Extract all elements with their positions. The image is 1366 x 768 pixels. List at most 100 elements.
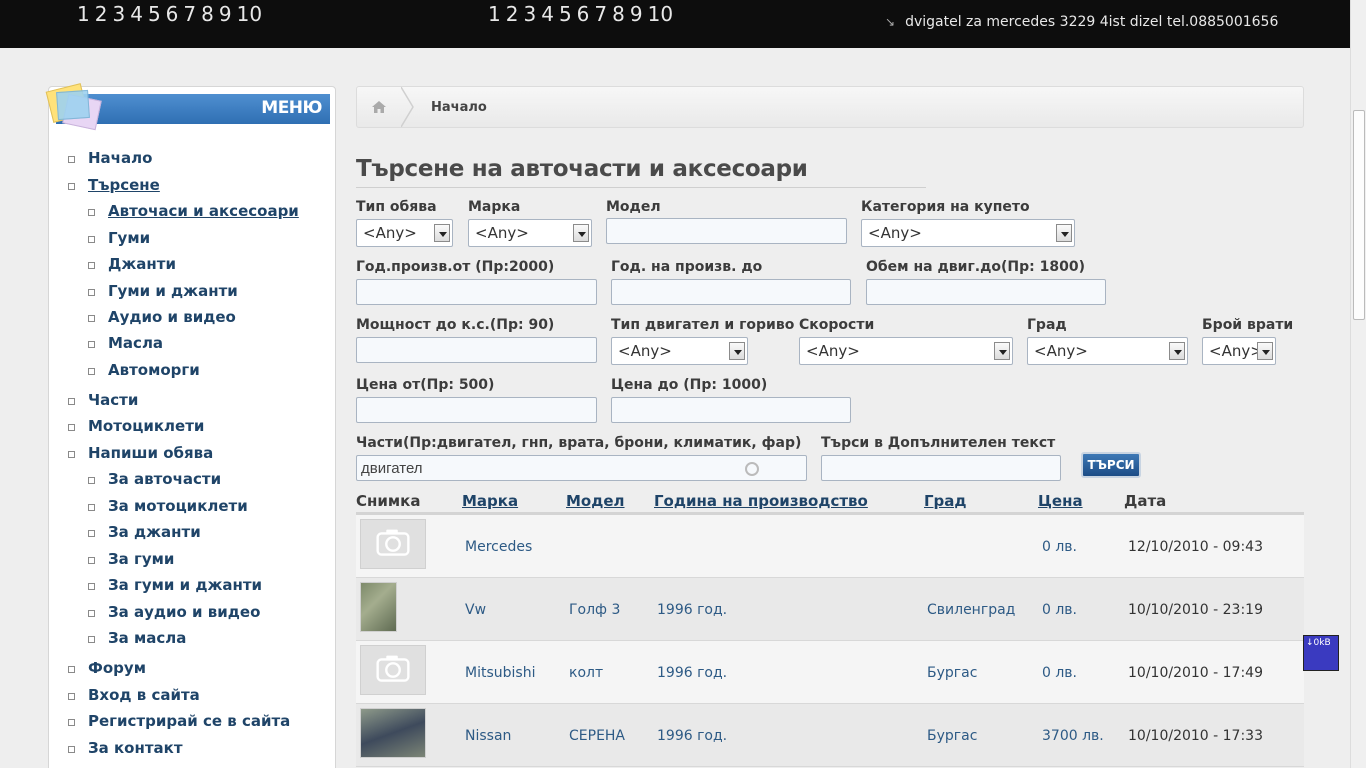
col-city-sort[interactable]: Град — [924, 492, 967, 510]
car-photo[interactable] — [360, 708, 426, 758]
cell-year[interactable]: 1996 год. — [657, 602, 727, 618]
page-link[interactable]: 3 — [112, 2, 125, 26]
page-link[interactable]: 5 — [148, 2, 161, 26]
table-row[interactable]: Mitsubishi колт 1996 год. Бургас 0 лв. 10/10/… — [356, 641, 1304, 704]
engine-fuel-select[interactable]: <Any> — [611, 337, 748, 365]
city-select[interactable]: <Any> — [1027, 337, 1188, 365]
sidebar-item-label[interactable]: Мотоциклети — [88, 417, 204, 435]
table-row[interactable]: Vw Голф 3 1996 год. Свиленград 0 лв. 10/10/20… — [356, 578, 1304, 641]
doors-select[interactable]: <Any> — [1202, 337, 1276, 365]
doors-label: Брой врати — [1202, 317, 1294, 333]
page-link[interactable]: 10 — [648, 2, 673, 26]
sidebar-item-label[interactable]: Аудио и видео — [108, 308, 236, 326]
page-link[interactable]: 2 — [506, 2, 519, 26]
sidebar-item-label[interactable]: За мотоциклети — [108, 497, 248, 515]
cell-model[interactable]: колт — [569, 665, 603, 681]
page-link[interactable]: 1 — [488, 2, 501, 26]
page-link[interactable]: 7 — [183, 2, 196, 26]
ad-type-select[interactable]: <Any> — [356, 219, 453, 247]
table-row[interactable]: Mercedes 0 лв. 12/10/2010 - 09:43 — [356, 515, 1304, 578]
sidebar-item-label[interactable]: Напиши обява — [88, 444, 213, 462]
page-link[interactable]: 2 — [95, 2, 108, 26]
cell-price[interactable]: 3700 лв. — [1042, 728, 1104, 744]
sidebar-item-label[interactable]: За гуми и джанти — [108, 576, 262, 594]
page-link[interactable]: 3 — [523, 2, 536, 26]
col-model-sort[interactable]: Модел — [566, 492, 625, 510]
sidebar-item-label[interactable]: За масла — [108, 629, 186, 647]
engine-volume-input[interactable] — [866, 279, 1106, 305]
price-to-input[interactable] — [611, 397, 851, 423]
breadcrumb-current[interactable]: Начало — [431, 100, 487, 115]
sidebar-item-label[interactable]: Търсене — [88, 176, 160, 194]
sidebar-item-label[interactable]: Авточаси и аксесоари — [108, 202, 299, 220]
traffic-widget[interactable]: ↓0kB — [1303, 635, 1339, 671]
page-link[interactable]: 9 — [630, 2, 643, 26]
cell-city[interactable]: Бургас — [927, 665, 977, 681]
sidebar-item-label[interactable]: За джанти — [108, 523, 201, 541]
cell-make[interactable]: Mitsubishi — [465, 665, 535, 681]
sidebar-item-label[interactable]: Регистрирай се в сайта — [88, 712, 290, 730]
page-link[interactable]: 8 — [612, 2, 625, 26]
model-input[interactable] — [606, 218, 847, 244]
cell-price[interactable]: 0 лв. — [1042, 602, 1077, 618]
cell-city[interactable]: Бургас — [927, 728, 977, 744]
sidebar-item-label[interactable]: Джанти — [108, 255, 176, 273]
sidebar-item-label[interactable]: Автоморги — [108, 361, 200, 379]
news-ticker-item[interactable]: ↘ dvigatel za mercedes 3229 4ist dizel te… — [885, 14, 1278, 30]
cell-make[interactable]: Nissan — [465, 728, 511, 744]
price-from-input[interactable] — [356, 397, 597, 423]
sidebar-item-label[interactable]: За аудио и видео — [108, 603, 260, 621]
cell-price[interactable]: 0 лв. — [1042, 539, 1077, 555]
page-link[interactable]: 7 — [594, 2, 607, 26]
search-button[interactable]: ТЪРСИ — [1081, 452, 1141, 478]
breadcrumb-home-tab[interactable] — [357, 87, 401, 127]
table-row[interactable]: Nissan СЕРЕНА 1996 год. Бургас 3700 лв. 10/10… — [356, 704, 1304, 767]
sidebar-item-label[interactable]: За контакт — [88, 739, 183, 757]
sidebar-item-label[interactable]: За авточасти — [108, 470, 221, 488]
page-link[interactable]: 5 — [559, 2, 572, 26]
extra-text-input[interactable] — [821, 455, 1061, 481]
col-price-sort[interactable]: Цена — [1038, 492, 1083, 510]
gears-select[interactable]: <Any> — [799, 337, 1013, 365]
col-make-sort[interactable]: Марка — [462, 492, 518, 510]
sidebar-item-label[interactable]: Гуми — [108, 229, 150, 247]
page-link[interactable]: 4 — [130, 2, 143, 26]
sidebar-item-label[interactable]: Масла — [108, 334, 163, 352]
cell-year[interactable]: 1996 год. — [657, 728, 727, 744]
sidebar-item-label[interactable]: Вход в сайта — [88, 686, 200, 704]
page-link[interactable]: 1 — [77, 2, 90, 26]
sidebar-item-label[interactable]: Гуми и джанти — [108, 282, 238, 300]
page-link[interactable]: 8 — [201, 2, 214, 26]
col-year-sort[interactable]: Година на производство — [654, 492, 868, 510]
page-link[interactable]: 6 — [166, 2, 179, 26]
cell-year[interactable]: 1996 год. — [657, 665, 727, 681]
year-from-input[interactable] — [356, 279, 597, 305]
camera-placeholder-icon[interactable] — [360, 519, 426, 569]
pager-left: 1 2 3 4 5 6 7 8 9 10 — [77, 2, 267, 26]
cell-price[interactable]: 0 лв. — [1042, 665, 1077, 681]
cell-model[interactable]: СЕРЕНА — [569, 728, 625, 744]
cell-make[interactable]: Vw — [465, 602, 486, 618]
sidebar-item-label[interactable]: Части — [88, 391, 138, 409]
parts-input[interactable] — [356, 455, 807, 481]
vertical-scrollbar[interactable] — [1350, 0, 1366, 768]
sidebar-item-label[interactable]: Форум — [88, 659, 146, 677]
car-photo[interactable] — [360, 582, 397, 632]
camera-placeholder-icon[interactable] — [360, 645, 426, 695]
sidebar-item-label[interactable]: Начало — [88, 149, 152, 167]
make-select[interactable]: <Any> — [468, 219, 592, 247]
page-link[interactable]: 6 — [577, 2, 590, 26]
page-link[interactable]: 9 — [219, 2, 232, 26]
cell-make[interactable]: Mercedes — [465, 539, 532, 555]
home-icon[interactable] — [371, 99, 387, 115]
cell-model[interactable]: Голф 3 — [569, 602, 620, 618]
ticker-text[interactable]: dvigatel za mercedes 3229 4ist dizel tel… — [905, 14, 1278, 30]
page-link[interactable]: 4 — [541, 2, 554, 26]
page-link[interactable]: 10 — [237, 2, 262, 26]
body-category-select[interactable]: <Any> — [861, 219, 1075, 247]
year-to-input[interactable] — [611, 279, 851, 305]
power-input[interactable] — [356, 337, 597, 363]
cell-city[interactable]: Свиленград — [927, 602, 1015, 618]
sidebar-item-label[interactable]: За гуми — [108, 550, 174, 568]
scrollbar-thumb[interactable] — [1353, 110, 1365, 320]
